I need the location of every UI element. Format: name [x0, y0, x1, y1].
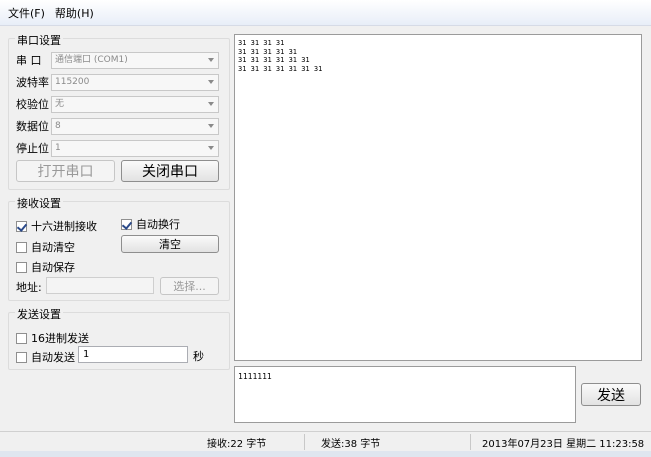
status-divider [470, 434, 471, 450]
auto-wrap-checkbox-box [121, 218, 132, 230]
port-row: 串 口 通信端口 (COM1) [16, 51, 219, 69]
baud-row: 波特率 115200 [16, 73, 219, 91]
auto-save-checkbox-box [16, 261, 27, 273]
menu-help[interactable]: 帮助(H) [50, 5, 99, 21]
send-button[interactable]: 发送 [581, 383, 641, 406]
baud-label: 波特率 [16, 76, 49, 89]
auto-clear-checkbox-box [16, 241, 27, 253]
hex-send-checkbox-box [16, 332, 27, 344]
open-port-button[interactable]: 打开串口 [16, 160, 115, 182]
baud-dropdown-arrow-icon [208, 79, 214, 84]
databits-value: 8 [55, 120, 61, 131]
serial-settings-group: 串口设置 串 口 通信端口 (COM1) 波特率 115200 校验位 无 数据… [8, 32, 230, 190]
stopbits-row: 停止位 1 [16, 139, 219, 157]
send-text-value: 1111111 [238, 372, 272, 381]
send-text-area[interactable]: 1111111 [234, 366, 576, 423]
menu-file[interactable]: 文件(F) [3, 5, 50, 21]
baud-value: 115200 [55, 76, 90, 87]
auto-wrap-checkbox[interactable]: 自动换行 [121, 216, 180, 232]
received-bytes-status: 接收:22 字节 [207, 438, 267, 450]
menu-bar: 文件(F) 帮助(H) [0, 0, 651, 26]
auto-clear-label: 自动清空 [31, 241, 75, 254]
close-port-button[interactable]: 关闭串口 [121, 160, 219, 182]
receive-settings-group: 接收设置 十六进制接收 自动换行 自动清空 清空 自动保存 地址: 选择... [8, 195, 230, 301]
port-select[interactable]: 通信端口 (COM1) [51, 51, 219, 69]
datetime-status: 2013年07月23日 星期二 11:23:58 [482, 438, 645, 450]
baud-select[interactable]: 115200 [51, 73, 219, 91]
send-settings-title: 发送设置 [15, 306, 63, 322]
auto-wrap-label: 自动换行 [136, 218, 180, 231]
port-label: 串 口 [16, 54, 42, 67]
hex-send-checkbox[interactable]: 16进制发送 [16, 330, 89, 346]
databits-dropdown-arrow-icon [208, 123, 214, 128]
window-bottom-edge [0, 451, 651, 457]
databits-select[interactable]: 8 [51, 117, 219, 135]
parity-dropdown-arrow-icon [208, 101, 214, 106]
serial-settings-title: 串口设置 [15, 32, 63, 48]
status-divider [304, 434, 305, 450]
receive-text-area[interactable]: 31 31 31 31 31 31 31 31 31 31 31 31 31 3… [234, 34, 642, 361]
stopbits-value: 1 [55, 142, 61, 153]
auto-send-label: 自动发送 [31, 351, 75, 364]
auto-clear-checkbox[interactable]: 自动清空 [16, 239, 75, 255]
auto-save-checkbox[interactable]: 自动保存 [16, 259, 75, 275]
auto-save-label: 自动保存 [31, 261, 75, 274]
port-value: 通信端口 (COM1) [55, 54, 128, 65]
sent-bytes-status: 发送:38 字节 [321, 438, 381, 450]
parity-value: 无 [55, 98, 65, 109]
parity-row: 校验位 无 [16, 95, 219, 113]
seconds-label: 秒 [193, 350, 204, 363]
clear-button[interactable]: 清空 [121, 235, 219, 253]
parity-label: 校验位 [16, 98, 49, 111]
status-bar: 接收:22 字节 发送:38 字节 2013年07月23日 星期二 11:23:… [0, 431, 651, 451]
hex-send-label: 16进制发送 [31, 332, 89, 345]
send-settings-group: 发送设置 16进制发送 自动发送 1 秒 [8, 306, 230, 370]
stopbits-select[interactable]: 1 [51, 139, 219, 157]
auto-send-checkbox[interactable]: 自动发送 [16, 349, 75, 365]
databits-label: 数据位 [16, 120, 49, 133]
hex-receive-label: 十六进制接收 [31, 220, 97, 233]
parity-select[interactable]: 无 [51, 95, 219, 113]
address-label: 地址: [16, 281, 42, 294]
stopbits-dropdown-arrow-icon [208, 145, 214, 150]
choose-path-button[interactable]: 选择... [160, 277, 219, 295]
hex-receive-checkbox-box [16, 220, 27, 232]
hex-receive-checkbox[interactable]: 十六进制接收 [16, 218, 97, 234]
address-input[interactable] [46, 277, 154, 294]
receive-settings-title: 接收设置 [15, 195, 63, 211]
send-interval-value: 1 [83, 349, 90, 360]
databits-row: 数据位 8 [16, 117, 219, 135]
auto-send-checkbox-box [16, 351, 27, 363]
stopbits-label: 停止位 [16, 142, 49, 155]
send-interval-input[interactable]: 1 [78, 346, 188, 363]
port-dropdown-arrow-icon [208, 57, 214, 62]
